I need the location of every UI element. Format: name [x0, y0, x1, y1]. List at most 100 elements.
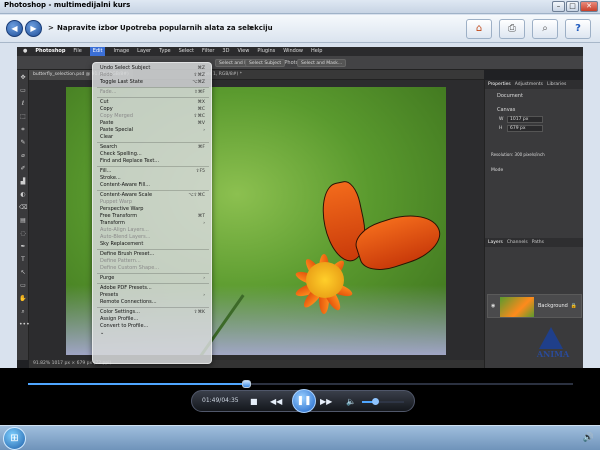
start-button[interactable]: ⊞	[3, 427, 26, 450]
menu-item[interactable]: Free Transform	[100, 213, 137, 220]
menu-select[interactable]: Select	[179, 47, 194, 56]
print-button[interactable]: ⎙	[499, 19, 525, 39]
tab-libraries[interactable]: Libraries	[547, 80, 566, 89]
menu-help[interactable]: Help	[311, 47, 322, 56]
eye-icon[interactable]: ◉	[491, 303, 495, 309]
menu-item[interactable]: Paste Special	[100, 127, 133, 134]
speaker-icon[interactable]: 🔊	[583, 433, 594, 443]
width-field[interactable]: 1017 px	[507, 116, 543, 123]
select-and-mask-button-2[interactable]: Select and Mask...	[297, 59, 347, 67]
volume-thumb[interactable]	[371, 398, 379, 405]
menu-item[interactable]: Copy	[100, 106, 113, 113]
tool-icon[interactable]: ▭	[19, 87, 27, 95]
tool-icon[interactable]: ↖	[19, 269, 27, 277]
menu-view[interactable]: View	[237, 47, 249, 56]
menu-filter[interactable]: Filter	[202, 47, 214, 56]
forward-button[interactable]: ▶▶	[320, 396, 332, 407]
pause-icon: ❚❚	[296, 396, 312, 406]
forward-button[interactable]: ▶	[25, 20, 42, 37]
menu-item[interactable]: Fill...	[100, 168, 111, 175]
menu-item[interactable]: Color Settings...	[100, 309, 140, 316]
menu-item[interactable]: Cut	[100, 99, 109, 106]
help-button[interactable]: ?	[565, 19, 591, 39]
tool-icon[interactable]: ⌫	[19, 204, 27, 212]
tool-icon[interactable]: •••	[19, 321, 30, 329]
tool-icon[interactable]: T	[19, 256, 27, 264]
tab-properties[interactable]: Properties	[488, 80, 511, 89]
height-field[interactable]: 679 px	[507, 125, 543, 132]
menu-edit[interactable]: Edit	[89, 47, 106, 56]
menu-item[interactable]: Assign Profile...	[100, 316, 138, 323]
select-subject-button[interactable]: Select Subject	[245, 59, 286, 67]
tab-paths[interactable]: Paths	[532, 238, 544, 247]
menu-item[interactable]: Check Spelling...	[100, 151, 142, 158]
tab-channels[interactable]: Channels	[507, 238, 528, 247]
menu-item[interactable]: Content-Aware Fill...	[100, 182, 150, 189]
tool-icon[interactable]: ⬚	[19, 113, 27, 121]
menu-shortcut: ⇧⌘Z	[193, 73, 205, 78]
menu-item[interactable]: Remote Connections...	[100, 299, 157, 306]
tool-icon[interactable]: ⌀	[19, 152, 27, 160]
play-pause-button[interactable]: ❚❚	[292, 389, 316, 413]
seek-thumb[interactable]	[242, 380, 251, 388]
menu-photoshop[interactable]: Photoshop	[35, 47, 65, 56]
tool-icon[interactable]: ✎	[19, 139, 27, 147]
menu-item[interactable]: Define Brush Preset...	[100, 251, 154, 258]
menu-item[interactable]: Transform	[100, 220, 125, 227]
minimize-button[interactable]: –	[552, 1, 565, 12]
tool-icon[interactable]: ✋	[19, 295, 27, 303]
stop-button[interactable]: ■	[250, 396, 258, 407]
tab-adjustments[interactable]: Adjustments	[515, 80, 543, 89]
menu-item[interactable]: Search	[100, 144, 117, 151]
tool-icon[interactable]: ✥	[19, 74, 27, 82]
menu-item[interactable]: Sky Replacement	[100, 241, 143, 248]
tool-icon[interactable]: ◌	[19, 230, 27, 238]
breadcrumb-item[interactable]: Napravite izbor	[57, 24, 118, 32]
tab-layers[interactable]: Layers	[488, 238, 503, 247]
volume-button[interactable]: 🔈	[346, 396, 356, 407]
home-button[interactable]: ⌂	[466, 19, 492, 39]
menu-item[interactable]: ⌄	[100, 330, 104, 337]
menu-file[interactable]: File	[73, 47, 81, 56]
menu-plugins[interactable]: Plugins	[257, 47, 275, 56]
menu-item[interactable]: Undo Select Subject	[100, 65, 150, 72]
menu-item[interactable]: Perspective Warp	[100, 206, 143, 213]
menu-item[interactable]: Adobe PDF Presets...	[100, 285, 152, 292]
menu-item[interactable]: Clear	[100, 134, 113, 141]
menu-item[interactable]: Content-Aware Scale	[100, 192, 152, 199]
menu-item[interactable]: Find and Replace Text...	[100, 158, 159, 165]
menu-item[interactable]: Paste	[100, 120, 114, 127]
back-button[interactable]: ◀	[6, 20, 23, 37]
menu-layer[interactable]: Layer	[137, 47, 151, 56]
tool-icon[interactable]: ▭	[19, 282, 27, 290]
rewind-icon: ◀◀	[270, 397, 283, 406]
menu-type[interactable]: Type	[159, 47, 170, 56]
menu-item[interactable]: Purge	[100, 275, 114, 282]
rewind-button[interactable]: ◀◀	[270, 396, 282, 407]
tool-icon[interactable]: ⌗	[19, 126, 27, 134]
butterfly-wing	[350, 205, 446, 277]
layer-row[interactable]: ◉ Background 🔒	[487, 294, 582, 318]
menu-window[interactable]: Window	[283, 47, 303, 56]
tool-icon[interactable]: ▤	[19, 217, 27, 225]
menu-image[interactable]: Image	[113, 47, 129, 56]
menu-item[interactable]: Presets	[100, 292, 118, 299]
breadcrumb-separator: >	[248, 24, 254, 32]
tool-icon[interactable]: ✒	[19, 243, 27, 251]
menu-shortcut: ⇧F5	[195, 169, 205, 174]
seek-bar[interactable]	[28, 380, 573, 388]
menu-item[interactable]: Stroke...	[100, 175, 121, 182]
tool-icon[interactable]: ℓ	[19, 100, 27, 108]
menu-item[interactable]: Convert to Profile...	[100, 323, 148, 330]
search-button[interactable]: ⌕	[532, 19, 558, 39]
volume-slider[interactable]	[362, 398, 404, 405]
menu-item[interactable]: Toggle Last State	[100, 79, 143, 86]
menu-3d[interactable]: 3D	[222, 47, 229, 56]
tool-icon[interactable]: ⌕	[19, 308, 27, 316]
close-button[interactable]: ✕	[580, 1, 598, 12]
tool-icon[interactable]: ✐	[19, 165, 27, 173]
maximize-button[interactable]: □	[566, 1, 579, 12]
tool-icon[interactable]: ◐	[19, 191, 27, 199]
tool-icon[interactable]: ▟	[19, 178, 27, 186]
edit-menu: Undo Select Subject ⌘Z Redo ⇧⌘Z Toggle Last …	[92, 62, 212, 364]
